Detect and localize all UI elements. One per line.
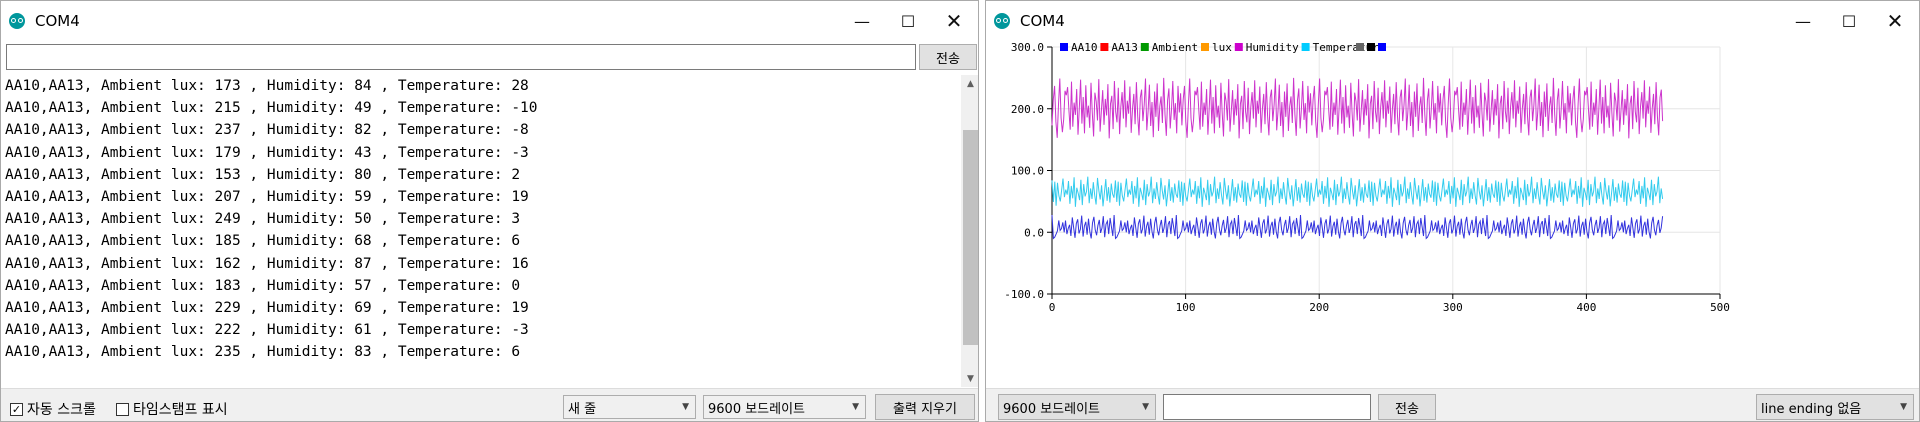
serial-line: AA10,AA13, Ambient lux: 162 , Humidity: … [5, 255, 529, 272]
x-tick-label: 300 [1443, 301, 1463, 314]
title-bar[interactable]: COM4 — ☐ ✕ [986, 1, 1919, 41]
serial-line: AA10,AA13, Ambient lux: 173 , Humidity: … [5, 78, 529, 94]
send-button[interactable]: 전송 [919, 44, 977, 70]
baud-value: 9600 보드레이트 [708, 401, 806, 417]
plotter-baud-select[interactable]: 9600 보드레이트 ▼ [998, 394, 1156, 420]
serial-line: AA10,AA13, Ambient lux: 215 , Humidity: … [5, 100, 538, 117]
serial-plot-chart: 300.0 200.0 100.0 0.0 -100.0 0 100 200 300 400 500… [1004, 41, 1730, 314]
clear-output-button[interactable]: 출력 지우기 [875, 394, 975, 420]
serial-line: AA10,AA13, Ambient lux: 237 , Humidity: … [5, 122, 529, 139]
x-tick-label: 400 [1576, 301, 1596, 314]
x-tick-label: 500 [1710, 301, 1730, 314]
baud-select[interactable]: 9600 보드레이트 ▼ [703, 395, 866, 419]
chevron-down-icon: ▼ [682, 402, 689, 412]
serial-line: AA10,AA13, Ambient lux: 207 , Humidity: … [5, 189, 529, 206]
arduino-icon [994, 13, 1010, 29]
y-tick-label: 100.0 [1011, 165, 1044, 178]
line-ending-select[interactable]: 새 줄 ▼ [563, 395, 696, 419]
plotter-line-ending-value: line ending 없음 [1761, 401, 1862, 417]
serial-output: AA10,AA13, Ambient lux: 173 , Humidity: … [1, 75, 961, 387]
serial-line: AA10,AA13, Ambient lux: 222 , Humidity: … [5, 322, 529, 339]
plotter-line-ending-select[interactable]: line ending 없음 ▼ [1756, 394, 1914, 420]
legend-label: lux [1212, 41, 1232, 54]
plotter-bottom-bar: 9600 보드레이트 ▼ 전송 line ending 없음 ▼ [986, 388, 1919, 421]
window-title: COM4 [35, 12, 80, 30]
legend-label: Humidity [1246, 41, 1299, 54]
serial-line: AA10,AA13, Ambient lux: 229 , Humidity: … [5, 300, 529, 317]
chevron-down-icon: ▼ [852, 402, 859, 412]
scrollbar-thumb[interactable] [963, 130, 978, 345]
serial-line: AA10,AA13, Ambient lux: 153 , Humidity: … [5, 166, 521, 183]
plotter-send-button[interactable]: 전송 [1378, 394, 1436, 420]
legend-swatch [1100, 43, 1109, 51]
legend-swatch [1356, 43, 1364, 51]
chevron-down-icon: ▼ [1900, 402, 1907, 412]
legend-swatch [1201, 43, 1209, 51]
legend-swatch [1060, 43, 1068, 51]
x-tick-label: 200 [1309, 301, 1329, 314]
x-tick-label: 100 [1176, 301, 1196, 314]
plot-area: 300.0 200.0 100.0 0.0 -100.0 0 100 200 300 400 500… [986, 41, 1919, 388]
serial-line: AA10,AA13, Ambient lux: 179 , Humidity: … [5, 144, 529, 161]
y-tick-label: 200.0 [1011, 103, 1044, 116]
chevron-down-icon: ▼ [1142, 402, 1149, 412]
legend-label: AA10 [1071, 41, 1098, 54]
maximize-icon[interactable]: ☐ [1826, 1, 1872, 41]
vertical-scrollbar[interactable]: ▲ ▼ [961, 75, 978, 387]
serial-line: AA10,AA13, Ambient lux: 185 , Humidity: … [5, 233, 521, 250]
window-title: COM4 [1020, 12, 1065, 30]
scroll-up-icon[interactable]: ▲ [961, 75, 978, 92]
timestamp-label: 타임스탬프 표시 [133, 402, 228, 418]
minimize-icon[interactable]: — [839, 1, 885, 41]
plotter-baud-value: 9600 보드레이트 [1003, 401, 1101, 417]
plotter-send-input[interactable] [1163, 394, 1371, 420]
series-line-1 [1051, 176, 1664, 207]
scroll-down-icon[interactable]: ▼ [961, 370, 978, 387]
legend-swatch [1140, 43, 1149, 51]
serial-line: AA10,AA13, Ambient lux: 249 , Humidity: … [5, 211, 521, 228]
serial-monitor-window: COM4 — ☐ ✕ 전송 AA10,AA13, Ambient lux: 17… [0, 0, 979, 422]
legend-label: AA13 [1111, 41, 1138, 54]
line-ending-value: 새 줄 [568, 401, 597, 417]
timestamp-checkbox[interactable]: 타임스탬프 표시 [116, 399, 228, 419]
title-bar[interactable]: COM4 — ☐ ✕ [1, 1, 978, 41]
close-icon[interactable]: ✕ [1872, 1, 1918, 41]
checkbox-check-icon[interactable]: ✓ [10, 402, 23, 416]
y-tick-label: -100.0 [1004, 288, 1044, 301]
y-tick-label: 0.0 [1024, 226, 1044, 239]
autoscroll-checkbox[interactable]: ✓ 자동 스크롤 [10, 399, 96, 419]
monitor-bottom-bar: ✓ 자동 스크롤 타임스탬프 표시 새 줄 ▼ 9600 보드레이트 ▼ 출력 … [1, 388, 978, 421]
checkbox-icon[interactable] [116, 402, 129, 416]
arduino-icon [9, 13, 25, 29]
legend-label: Ambient [1152, 41, 1198, 54]
series-line-0 [1051, 77, 1664, 139]
autoscroll-label: 자동 스크롤 [27, 402, 96, 418]
legend-swatch [1367, 43, 1375, 51]
maximize-icon[interactable]: ☐ [885, 1, 931, 41]
send-input[interactable] [6, 44, 916, 70]
serial-line: AA10,AA13, Ambient lux: 183 , Humidity: … [5, 277, 521, 294]
y-tick-label: 300.0 [1011, 41, 1044, 54]
legend-swatch [1301, 43, 1310, 51]
series-line-2 [1051, 214, 1664, 240]
x-tick-label: 0 [1049, 301, 1056, 314]
serial-plotter-window: COM4 — ☐ ✕ 300.0 200.0 100.0 0.0 -100.0 0 100 2… [985, 0, 1920, 422]
close-icon[interactable]: ✕ [931, 1, 977, 41]
minimize-icon[interactable]: — [1780, 1, 1826, 41]
legend-swatch [1378, 43, 1386, 51]
legend-swatch [1234, 43, 1243, 51]
serial-line: AA10,AA13, Ambient lux: 235 , Humidity: … [5, 344, 521, 361]
